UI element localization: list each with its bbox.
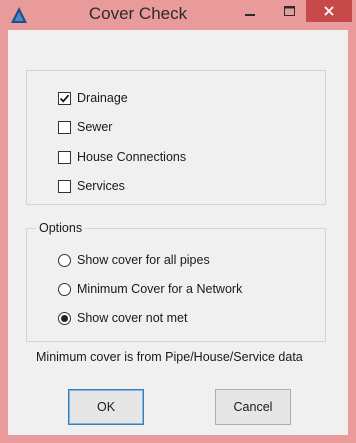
info-text: Minimum cover is from Pipe/House/Service… — [36, 350, 303, 364]
checkbox-box[interactable] — [58, 120, 71, 134]
maximize-button[interactable] — [275, 0, 303, 22]
radio-minimum-cover-network[interactable]: Minimum Cover for a Network — [58, 282, 242, 296]
radio-show-cover-not-met[interactable]: Show cover not met — [58, 311, 187, 325]
checkbox-house-connections[interactable]: House Connections — [58, 150, 186, 164]
checkbox-services[interactable]: Services — [58, 179, 125, 193]
options-legend: Options — [36, 221, 86, 235]
radio-circle[interactable] — [58, 253, 71, 267]
cancel-button[interactable]: Cancel — [215, 389, 291, 425]
checkbox-box[interactable] — [58, 91, 71, 105]
checkbox-box[interactable] — [58, 150, 71, 164]
title-bar[interactable]: Cover Check — [0, 0, 356, 30]
checkbox-sewer[interactable]: Sewer — [58, 120, 112, 134]
maximize-icon — [283, 5, 295, 16]
minimize-icon — [244, 13, 255, 16]
checkbox-drainage[interactable]: Drainage — [58, 91, 128, 105]
dialog-window: Cover Check Drainage Sewer House Connect… — [0, 0, 356, 443]
radio-selected-dot — [61, 314, 68, 322]
checkbox-label: Drainage — [77, 91, 128, 105]
checkbox-label: Services — [77, 179, 125, 193]
minimize-button[interactable] — [236, 0, 264, 22]
ok-button[interactable]: OK — [68, 389, 144, 425]
radio-label: Show cover not met — [77, 311, 188, 325]
radio-label: Show cover for all pipes — [77, 253, 210, 267]
checkbox-label: Sewer — [77, 120, 113, 134]
checkbox-label: House Connections — [77, 150, 187, 164]
close-button[interactable] — [306, 0, 352, 22]
radio-circle[interactable] — [58, 311, 71, 325]
radio-circle[interactable] — [58, 282, 71, 296]
close-icon — [324, 6, 334, 16]
radio-show-cover-all-pipes[interactable]: Show cover for all pipes — [58, 253, 210, 267]
window-title: Cover Check — [88, 4, 188, 23]
checkmark-icon — [59, 94, 70, 103]
checkbox-box[interactable] — [58, 179, 71, 193]
radio-label: Minimum Cover for a Network — [77, 282, 243, 296]
